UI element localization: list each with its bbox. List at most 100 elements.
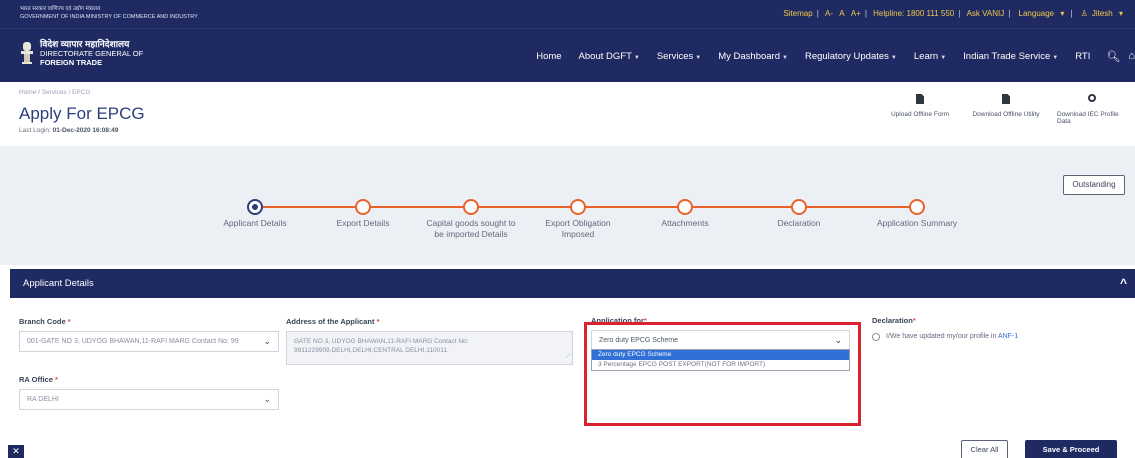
nav-item-about-dgft[interactable]: About DGFT ▼ (579, 51, 640, 62)
download-offline-utility-button[interactable]: Download Offline Utility (971, 94, 1041, 125)
chevron-down-icon: ▾ (1060, 9, 1065, 18)
font-normal-button[interactable]: A (839, 9, 844, 18)
declaration-text: I/We have updated my/our profile in ANF-… (886, 333, 1018, 340)
user-menu[interactable]: ♙ Jitesh ▾ (1079, 9, 1125, 18)
resize-handle-icon[interactable]: ⟋ (566, 353, 570, 362)
last-login-value: 01-Dec-2020 16:08:49 (52, 127, 119, 134)
required-marker: * (912, 316, 916, 325)
nav-item-learn[interactable]: Learn ▼ (914, 51, 946, 62)
sitemap-link[interactable]: Sitemap (783, 9, 812, 18)
nav-item-rti[interactable]: RTI (1075, 51, 1090, 62)
file-upload-icon (916, 94, 924, 104)
government-header: भारत सरकार वाणिज्य एवं उद्योग मंत्रालय G… (20, 5, 198, 21)
nav-menu: Home About DGFT ▼ Services ▼ My Dashboard ▼… (519, 49, 1135, 63)
branch-code-select[interactable]: 001-GATE NO 3, UDYOG BHAWAN,11-RAFI MARG… (19, 331, 279, 352)
section-title: Applicant Details (23, 278, 94, 289)
user-profile-icon[interactable]: ⌂ (1128, 50, 1135, 62)
label-text: Address of the Applicant (286, 317, 375, 326)
step-label-applicant-details[interactable]: Applicant Details (205, 218, 305, 229)
clear-all-button[interactable]: Clear All (961, 440, 1008, 458)
step-label-application-summary[interactable]: Application Summary (867, 218, 967, 229)
address-textarea[interactable]: GATE NO 3, UDYOG BHAWAN,11-RAFI MARG Con… (286, 331, 573, 365)
step-circle-capital-goods[interactable] (463, 199, 479, 215)
section-header-applicant-details[interactable]: Applicant Details ^ (10, 269, 1135, 298)
file-download-icon (1002, 94, 1010, 104)
tool-label: Download Offline Utility (972, 111, 1040, 118)
upload-offline-form-button[interactable]: Upload Offline Form (885, 94, 955, 125)
helpline-link[interactable]: Helpline: 1800 111 550 (873, 9, 954, 18)
step-label-capital-goods[interactable]: Capital goods sought to be imported Deta… (421, 218, 521, 240)
chevron-down-icon: ▼ (782, 54, 788, 61)
declaration-label: Declaration* (872, 316, 916, 325)
dgft-logo[interactable]: विदेश व्यापार महानिदेशालय DIRECTORATE GE… (40, 39, 144, 68)
step-circle-application-summary[interactable] (909, 199, 925, 215)
label-text: RA Office (19, 375, 53, 384)
search-icon[interactable]: 🔍︎ (1106, 50, 1120, 63)
page-tools: Upload Offline Form Download Offline Uti… (885, 94, 1127, 125)
top-links: Sitemap | A- A A+ | Helpline: 1800 111 550… (781, 9, 1127, 18)
user-name: Jitesh (1091, 9, 1113, 18)
nav-item-services[interactable]: Services ▼ (657, 51, 701, 62)
step-label-export-obligation[interactable]: Export Obligation Imposed (528, 218, 628, 240)
textarea-value: GATE NO 3, UDYOG BHAWAN,11-RAFI MARG Con… (294, 338, 469, 354)
declaration-radio[interactable] (872, 333, 880, 341)
font-increase-button[interactable]: A+ (851, 9, 861, 18)
required-marker: * (67, 317, 71, 326)
nav-item-label: Services (656, 50, 694, 62)
logo-line2: FOREIGN TRADE (40, 58, 103, 67)
nav-item-label: RTI (1075, 50, 1091, 62)
declaration-statement: I/We have updated my/our profile in (886, 333, 997, 340)
outstanding-button[interactable]: Outstanding (1063, 175, 1125, 195)
chevron-down-icon: ⌄ (263, 336, 271, 346)
nav-item-home[interactable]: Home (536, 51, 561, 62)
highlight-box (584, 322, 861, 426)
separator: | (958, 9, 961, 18)
nav-item-label: My Dashboard (718, 50, 780, 62)
label-text: Branch Code (19, 317, 66, 326)
breadcrumb[interactable]: Home / Services / EPCG (19, 89, 91, 96)
language-dropdown[interactable]: Language ▾ (1017, 9, 1067, 18)
logo-line1: DIRECTORATE GENERAL OF (40, 49, 144, 58)
nav-item-label: Regulatory Updates (804, 50, 889, 62)
nav-item-regulatory-updates[interactable]: Regulatory Updates ▼ (805, 51, 897, 62)
close-icon[interactable]: ✕ (8, 445, 24, 458)
tool-label: Download IEC Profile Data (1057, 111, 1119, 125)
nav-item-indian-trade-service[interactable]: Indian Trade Service ▼ (963, 51, 1058, 62)
step-circle-applicant-details[interactable] (247, 199, 263, 215)
save-and-proceed-button[interactable]: Save & Proceed (1025, 440, 1117, 458)
separator: | (1008, 9, 1011, 18)
ra-office-select[interactable]: RA DELHI ⌄ (19, 389, 279, 410)
step-label-declaration[interactable]: Declaration (749, 218, 849, 229)
gov-hindi: भारत सरकार वाणिज्य एवं उद्योग मंत्रालय (20, 6, 101, 12)
chevron-up-icon[interactable]: ^ (1120, 269, 1127, 298)
step-label-export-details[interactable]: Export Details (313, 218, 413, 229)
tool-label: Upload Offline Form (890, 111, 950, 118)
nav-item-label: About DGFT (578, 50, 632, 62)
step-circle-declaration[interactable] (791, 199, 807, 215)
chevron-down-icon: ▼ (1052, 54, 1059, 61)
step-circle-export-obligation[interactable] (570, 199, 586, 215)
ra-office-label: RA Office * (19, 375, 58, 384)
step-label-attachments[interactable]: Attachments (635, 218, 735, 229)
step-circle-export-details[interactable] (355, 199, 371, 215)
ask-vanij-link[interactable]: Ask VANIJ (967, 9, 1005, 18)
separator: | (1070, 9, 1073, 18)
emblem-icon (21, 42, 33, 64)
nav-item-label: Learn (913, 50, 939, 62)
separator: | (864, 9, 867, 18)
label-text: Declaration (872, 316, 913, 325)
chevron-down-icon: ▼ (890, 54, 897, 61)
logo-hindi: विदेश व्यापार महानिदेशालय (40, 39, 130, 49)
chevron-down-icon: ▼ (695, 54, 702, 61)
chevron-down-icon: ⌄ (263, 394, 271, 404)
last-login-label: Last Login: (19, 127, 51, 134)
required-marker: * (376, 317, 380, 326)
address-label: Address of the Applicant * (286, 317, 380, 326)
font-decrease-button[interactable]: A- (825, 9, 833, 18)
main-navbar: विदेश व्यापार महानिदेशालय DIRECTORATE GE… (0, 28, 1135, 82)
nav-item-my-dashboard[interactable]: My Dashboard ▼ (718, 51, 788, 62)
download-iec-profile-button[interactable]: Download IEC Profile Data (1057, 94, 1127, 125)
step-circle-attachments[interactable] (677, 199, 693, 215)
info-icon (1088, 94, 1096, 102)
anf-1-link[interactable]: ANF-1 (998, 333, 1018, 340)
